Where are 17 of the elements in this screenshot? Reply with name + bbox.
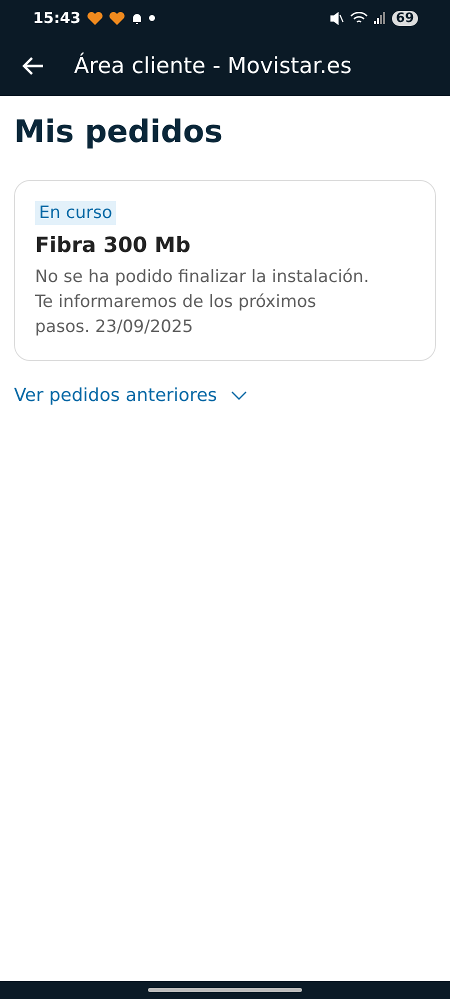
status-tag: En curso xyxy=(35,201,116,225)
page-title: Mis pedidos xyxy=(14,114,224,150)
heart-icon xyxy=(86,10,103,26)
signal-icon xyxy=(374,12,386,24)
order-description: No se ha podido finalizar la instalación. Te informaremos de los próximos pasos. 23/09/2025 xyxy=(35,266,370,339)
back-icon[interactable] xyxy=(22,56,44,76)
dot-icon xyxy=(148,15,155,21)
battery-level: 69 xyxy=(392,10,418,26)
order-card[interactable]: En curso Fibra 300 Mb No se ha podido finalizar la instalación. Te informaremos de los próximos pasos. 23/09/2025 xyxy=(14,180,436,361)
bell-icon xyxy=(130,12,143,24)
heart-icon xyxy=(108,10,125,26)
mute-icon xyxy=(330,12,344,24)
wifi-icon xyxy=(350,12,368,24)
order-title: Fibra 300 Mb xyxy=(35,233,190,257)
status-time: 15:43 xyxy=(33,9,81,27)
app-bar-title: Área cliente - Movistar.es xyxy=(74,54,352,78)
previous-orders-link[interactable]: Ver pedidos anteriores xyxy=(14,385,248,406)
